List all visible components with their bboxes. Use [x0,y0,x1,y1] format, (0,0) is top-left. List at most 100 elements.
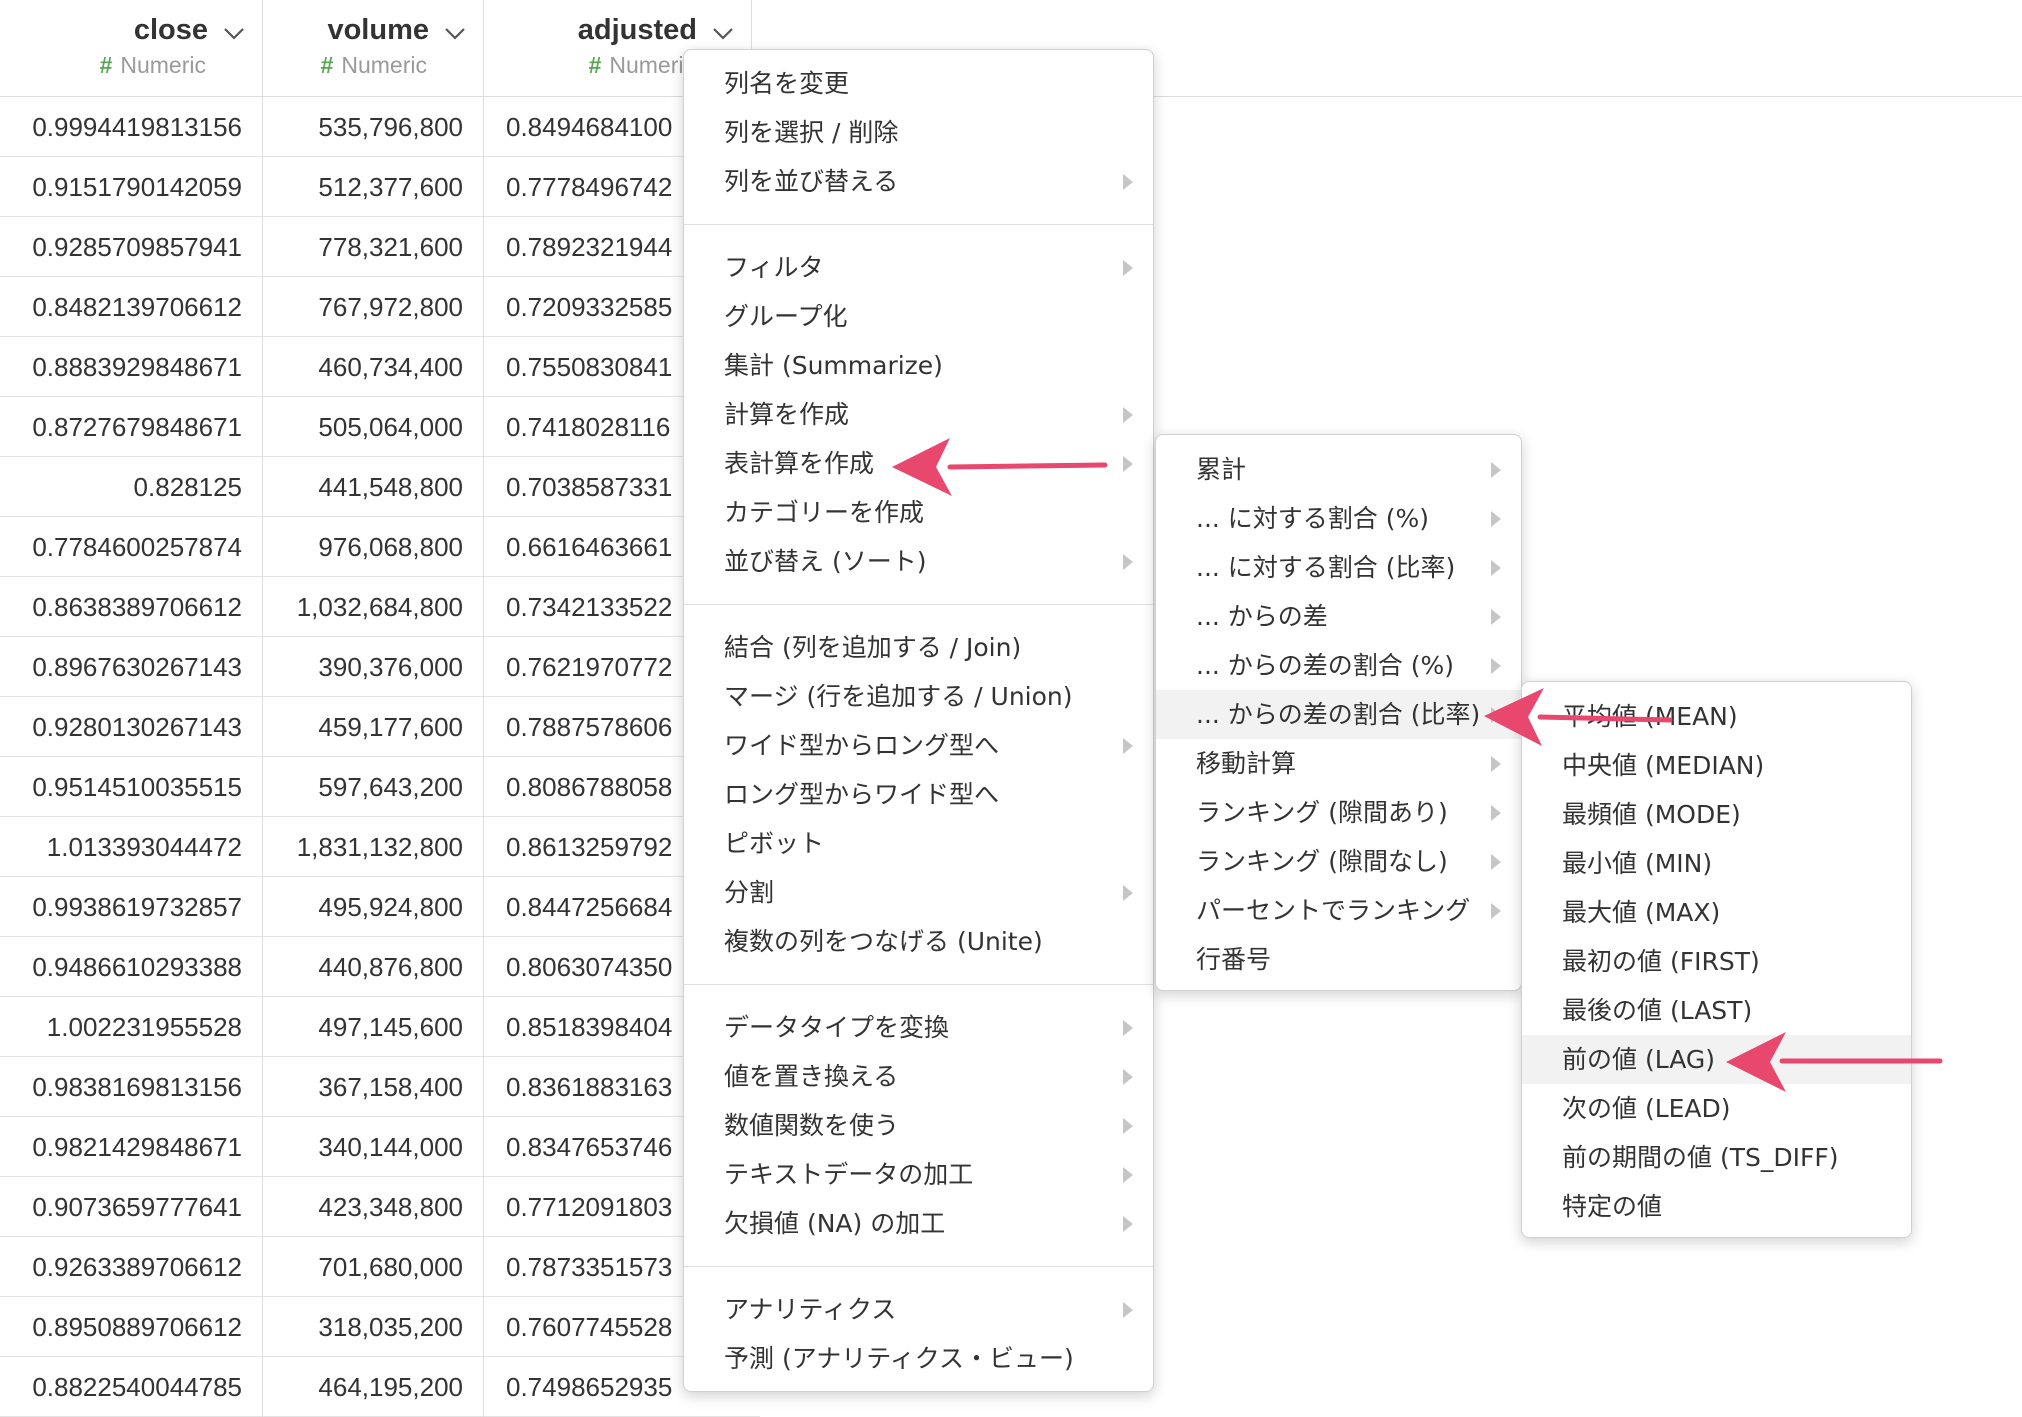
table-row[interactable]: 0.9263389706612 701,680,000 0.7873351573 [0,1237,760,1297]
table-calc-menu-item[interactable]: ランキング (隙間あり) [1156,788,1521,837]
cell-volume[interactable]: 464,195,200 [263,1357,484,1417]
table-calc-menu-item[interactable]: ランキング (隙間なし) [1156,837,1521,886]
table-calc-menu-item[interactable]: 累計 [1156,445,1521,494]
diff-ratio-menu-item[interactable]: 前の期間の値 (TS_DIFF) [1522,1133,1911,1182]
table-row[interactable]: 1.013393044472 1,831,132,800 0.8613259792 [0,817,760,877]
table-row[interactable]: 0.9073659777641 423,348,800 0.7712091803 [0,1177,760,1237]
cell-volume[interactable]: 318,035,200 [263,1297,484,1357]
table-row[interactable]: 0.9486610293388 440,876,800 0.8063074350 [0,937,760,997]
cell-close[interactable]: 0.9280130267143 [0,697,263,757]
table-calc-menu-item[interactable]: 行番号 [1156,935,1521,984]
cell-volume[interactable]: 459,177,600 [263,697,484,757]
cell-volume[interactable]: 512,377,600 [263,157,484,217]
context-menu-item[interactable]: 並び替え (ソート) [684,537,1153,586]
table-row[interactable]: 0.9151790142059 512,377,600 0.7778496742 [0,157,760,217]
chevron-down-icon[interactable] [443,26,467,42]
table-calc-menu-item[interactable]: 移動計算 [1156,739,1521,788]
cell-volume[interactable]: 535,796,800 [263,97,484,157]
cell-close[interactable]: 0.9151790142059 [0,157,263,217]
context-menu-item[interactable]: 欠損値 (NA) の加工 [684,1199,1153,1248]
diff-ratio-menu-item[interactable]: 特定の値 [1522,1182,1911,1231]
cell-volume[interactable]: 441,548,800 [263,457,484,517]
chevron-down-icon[interactable] [222,26,246,42]
context-menu-item[interactable]: 複数の列をつなげる (Unite) [684,917,1153,966]
cell-close[interactable]: 0.8727679848671 [0,397,263,457]
cell-volume[interactable]: 597,643,200 [263,757,484,817]
context-menu-item[interactable]: ピボット [684,819,1153,868]
table-calc-menu-item[interactable]: ... からの差 [1156,592,1521,641]
cell-volume[interactable]: 767,972,800 [263,277,484,337]
context-menu-item[interactable]: ロング型からワイド型へ [684,770,1153,819]
table-row[interactable]: 0.9821429848671 340,144,000 0.8347653746 [0,1117,760,1177]
cell-close[interactable]: 1.002231955528 [0,997,263,1057]
column-header-close[interactable]: close # Numeric [0,0,263,96]
cell-close[interactable]: 0.8638389706612 [0,577,263,637]
table-row[interactable]: 0.8482139706612 767,972,800 0.7209332585 [0,277,760,337]
cell-close[interactable]: 0.8883929848671 [0,337,263,397]
table-row[interactable]: 0.9280130267143 459,177,600 0.7887578606 [0,697,760,757]
table-row[interactable]: 0.8950889706612 318,035,200 0.7607745528 [0,1297,760,1357]
context-menu-item[interactable]: テキストデータの加工 [684,1150,1153,1199]
table-row[interactable]: 0.8727679848671 505,064,000 0.7418028116 [0,397,760,457]
context-menu-item[interactable]: 予測 (アナリティクス・ビュー) [684,1334,1153,1383]
cell-close[interactable]: 0.9486610293388 [0,937,263,997]
cell-close[interactable]: 0.9821429848671 [0,1117,263,1177]
cell-volume[interactable]: 440,876,800 [263,937,484,997]
cell-close[interactable]: 0.7784600257874 [0,517,263,577]
context-menu-item[interactable]: 結合 (列を追加する / Join) [684,623,1153,672]
table-row[interactable]: 0.9514510035515 597,643,200 0.8086788058 [0,757,760,817]
table-row[interactable]: 0.8967630267143 390,376,000 0.7621970772 [0,637,760,697]
table-calc-menu-item[interactable]: パーセントでランキング [1156,886,1521,935]
cell-close[interactable]: 0.8950889706612 [0,1297,263,1357]
table-row[interactable]: 0.828125 441,548,800 0.7038587331 [0,457,760,517]
cell-volume[interactable]: 367,158,400 [263,1057,484,1117]
cell-close[interactable]: 0.9073659777641 [0,1177,263,1237]
context-menu-item[interactable]: データタイプを変換 [684,1003,1153,1052]
table-calc-menu-item[interactable]: ... からの差の割合 (比率) [1156,690,1521,739]
diff-ratio-menu-item[interactable]: 最頻値 (MODE) [1522,790,1911,839]
table-row[interactable]: 0.9938619732857 495,924,800 0.8447256684 [0,877,760,937]
table-row[interactable]: 0.9994419813156 535,796,800 0.8494684100 [0,97,760,157]
diff-ratio-menu-item[interactable]: 最小値 (MIN) [1522,839,1911,888]
cell-volume[interactable]: 495,924,800 [263,877,484,937]
context-menu-item[interactable]: グループ化 [684,292,1153,341]
cell-volume[interactable]: 497,145,600 [263,997,484,1057]
cell-close[interactable]: 0.9263389706612 [0,1237,263,1297]
cell-volume[interactable]: 1,831,132,800 [263,817,484,877]
cell-volume[interactable]: 1,032,684,800 [263,577,484,637]
context-menu-item[interactable]: 分割 [684,868,1153,917]
context-menu-item[interactable]: 列を並び替える [684,157,1153,206]
cell-close[interactable]: 0.9838169813156 [0,1057,263,1117]
cell-volume[interactable]: 778,321,600 [263,217,484,277]
cell-volume[interactable]: 976,068,800 [263,517,484,577]
cell-close[interactable]: 0.9994419813156 [0,97,263,157]
table-row[interactable]: 0.8822540044785 464,195,200 0.7498652935 [0,1357,760,1417]
table-row[interactable]: 0.9838169813156 367,158,400 0.8361883163 [0,1057,760,1117]
context-menu-item[interactable]: 数値関数を使う [684,1101,1153,1150]
table-calc-menu-item[interactable]: ... に対する割合 (比率) [1156,543,1521,592]
table-row[interactable]: 0.7784600257874 976,068,800 0.6616463661 [0,517,760,577]
context-menu-item[interactable]: マージ (行を追加する / Union) [684,672,1153,721]
cell-close[interactable]: 0.828125 [0,457,263,517]
cell-close[interactable]: 0.8482139706612 [0,277,263,337]
cell-volume[interactable]: 505,064,000 [263,397,484,457]
cell-close[interactable]: 0.9514510035515 [0,757,263,817]
context-menu-item[interactable]: 列を選択 / 削除 [684,108,1153,157]
table-row[interactable]: 0.8883929848671 460,734,400 0.7550830841 [0,337,760,397]
context-menu-item[interactable]: アナリティクス [684,1285,1153,1334]
chevron-down-icon[interactable] [711,26,735,42]
context-menu-item[interactable]: 列名を変更 [684,59,1153,108]
cell-close[interactable]: 0.9285709857941 [0,217,263,277]
context-menu-item[interactable]: フィルタ [684,243,1153,292]
context-menu-item[interactable]: 値を置き換える [684,1052,1153,1101]
table-row[interactable]: 1.002231955528 497,145,600 0.8518398404 [0,997,760,1057]
cell-close[interactable]: 0.9938619732857 [0,877,263,937]
cell-volume[interactable]: 423,348,800 [263,1177,484,1237]
cell-volume[interactable]: 340,144,000 [263,1117,484,1177]
table-row[interactable]: 0.9285709857941 778,321,600 0.7892321944 [0,217,760,277]
cell-close[interactable]: 1.013393044472 [0,817,263,877]
cell-close[interactable]: 0.8822540044785 [0,1357,263,1417]
diff-ratio-menu-item[interactable]: 最大値 (MAX) [1522,888,1911,937]
cell-volume[interactable]: 701,680,000 [263,1237,484,1297]
cell-volume[interactable]: 460,734,400 [263,337,484,397]
